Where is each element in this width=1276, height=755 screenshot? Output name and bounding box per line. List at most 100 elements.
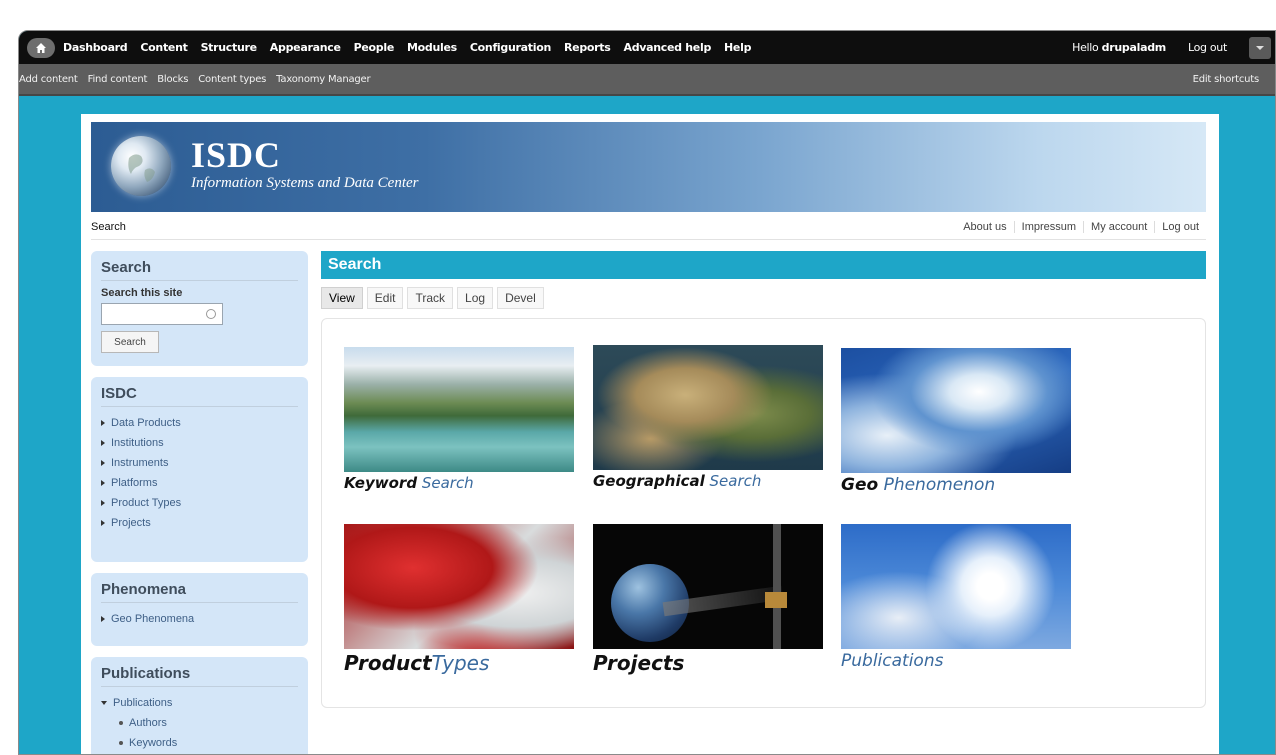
bullet-icon bbox=[119, 721, 123, 725]
menu-item-institutions[interactable]: Institutions bbox=[101, 433, 298, 453]
keyword-search-caption[interactable]: Keyword Search bbox=[344, 474, 574, 492]
product-types-image[interactable] bbox=[344, 524, 574, 649]
menu-item-label: Platforms bbox=[111, 477, 158, 489]
caption-part-b: Publications bbox=[841, 651, 944, 671]
page-title: Search bbox=[321, 251, 1206, 279]
satellite-panel-graphic bbox=[773, 524, 781, 649]
caption-part-a: Geo bbox=[841, 475, 879, 495]
menu-item-label: Instruments bbox=[111, 457, 169, 469]
tab-view[interactable]: View bbox=[321, 287, 363, 309]
shortcut-content-types[interactable]: Content types bbox=[198, 74, 266, 85]
menu-advanced-help[interactable]: Advanced help bbox=[623, 41, 711, 54]
search-input[interactable] bbox=[101, 303, 223, 325]
geo-phenomenon-caption[interactable]: Geo Phenomenon bbox=[841, 475, 1071, 495]
expanded-arrow-icon bbox=[101, 701, 107, 705]
projects-tile[interactable]: Projects bbox=[593, 524, 823, 675]
menu-structure[interactable]: Structure bbox=[201, 41, 258, 54]
shortcut-taxonomy-manager[interactable]: Taxonomy Manager bbox=[276, 74, 370, 85]
site-name[interactable]: ISDC bbox=[191, 134, 281, 176]
menu-reports[interactable]: Reports bbox=[564, 41, 611, 54]
toolbar-logout-link[interactable]: Log out bbox=[1188, 41, 1227, 54]
collapsed-arrow-icon bbox=[101, 460, 105, 466]
menu-item-product-types[interactable]: Product Types bbox=[101, 493, 298, 513]
projects-image[interactable] bbox=[593, 524, 823, 649]
caption-part-a: Geographical bbox=[593, 472, 705, 490]
username-link[interactable]: drupaladm bbox=[1102, 41, 1167, 54]
shortcuts-bar: Add content Find content Blocks Content … bbox=[19, 64, 1275, 96]
collapsed-arrow-icon bbox=[101, 480, 105, 486]
toolbar-drawer-toggle[interactable] bbox=[1249, 36, 1271, 59]
shortcut-add-content[interactable]: Add content bbox=[19, 74, 78, 85]
edit-shortcuts-link[interactable]: Edit shortcuts bbox=[1193, 74, 1260, 85]
satellite-body-graphic bbox=[765, 592, 787, 608]
menu-item-data-products[interactable]: Data Products bbox=[101, 413, 298, 433]
menu-item-label: Product Types bbox=[111, 497, 182, 509]
search-block: Search Search this site Search bbox=[91, 251, 308, 366]
tab-edit[interactable]: Edit bbox=[366, 287, 404, 309]
browser-frame: Dashboard Content Structure Appearance P… bbox=[18, 30, 1276, 755]
shortcut-blocks[interactable]: Blocks bbox=[157, 74, 188, 85]
product-types-caption[interactable]: ProductTypes bbox=[344, 651, 574, 675]
menu-help[interactable]: Help bbox=[724, 41, 751, 54]
menu-item-label: Data Products bbox=[111, 417, 181, 429]
publications-caption[interactable]: Publications bbox=[841, 651, 1071, 671]
geographical-search-caption[interactable]: Geographical Search bbox=[593, 472, 823, 490]
phenomena-block: Phenomena Geo Phenomena bbox=[91, 573, 308, 646]
keyword-search-tile[interactable]: Keyword Search bbox=[344, 347, 574, 492]
menu-item-projects[interactable]: Projects bbox=[101, 513, 298, 533]
keyword-search-image[interactable] bbox=[344, 347, 574, 472]
menu-dashboard[interactable]: Dashboard bbox=[63, 41, 128, 54]
menu-content[interactable]: Content bbox=[140, 41, 187, 54]
geographical-search-image[interactable] bbox=[593, 345, 823, 470]
geographical-search-tile[interactable]: Geographical Search bbox=[593, 345, 823, 490]
home-button[interactable] bbox=[27, 37, 55, 58]
menu-item-keywords[interactable]: Keywords bbox=[101, 733, 298, 753]
admin-menu: Dashboard Content Structure Appearance P… bbox=[63, 41, 764, 54]
bullet-icon bbox=[119, 741, 123, 745]
link-my-account[interactable]: My account bbox=[1083, 220, 1154, 233]
hello-user: Hello drupaladm bbox=[1072, 41, 1166, 54]
globe-icon bbox=[128, 154, 155, 182]
globe-logo[interactable] bbox=[111, 136, 171, 196]
collapsed-arrow-icon bbox=[101, 420, 105, 426]
search-button[interactable]: Search bbox=[101, 331, 159, 353]
menu-modules[interactable]: Modules bbox=[407, 41, 457, 54]
search-block-title: Search bbox=[101, 259, 298, 281]
menu-item-label: Keywords bbox=[129, 737, 178, 749]
collapsed-arrow-icon bbox=[101, 500, 105, 506]
publications-menu: Publications Authors Keywords bbox=[101, 693, 298, 753]
geo-phenomenon-image[interactable] bbox=[841, 348, 1071, 473]
site-header: ISDC Information Systems and Data Center bbox=[91, 122, 1206, 212]
shortcut-find-content[interactable]: Find content bbox=[88, 74, 148, 85]
local-tasks: View Edit Track Log Devel bbox=[321, 287, 548, 309]
menu-item-authors[interactable]: Authors bbox=[101, 713, 298, 733]
menu-configuration[interactable]: Configuration bbox=[470, 41, 551, 54]
breadcrumb: Search bbox=[91, 220, 126, 233]
geo-phenomenon-tile[interactable]: Geo Phenomenon bbox=[841, 348, 1071, 495]
collapsed-arrow-icon bbox=[101, 440, 105, 446]
search-label: Search this site bbox=[101, 287, 183, 299]
phenomena-menu: Geo Phenomena bbox=[101, 609, 298, 629]
search-ring-icon bbox=[206, 309, 216, 319]
tab-log[interactable]: Log bbox=[457, 287, 494, 309]
menu-people[interactable]: People bbox=[354, 41, 395, 54]
publications-tile[interactable]: Publications bbox=[841, 524, 1071, 671]
caption-part-a: Product bbox=[344, 651, 432, 675]
menu-item-publications[interactable]: Publications bbox=[101, 693, 298, 713]
menu-item-geo-phenomena[interactable]: Geo Phenomena bbox=[101, 609, 298, 629]
link-log-out[interactable]: Log out bbox=[1154, 220, 1206, 233]
menu-item-label: Projects bbox=[111, 517, 151, 529]
projects-caption[interactable]: Projects bbox=[593, 651, 823, 675]
tab-devel[interactable]: Devel bbox=[497, 287, 544, 309]
link-impressum[interactable]: Impressum bbox=[1013, 220, 1083, 233]
menu-item-label: Authors bbox=[129, 717, 167, 729]
phenomena-block-title: Phenomena bbox=[101, 581, 298, 603]
isdc-block: ISDC Data Products Institutions Instrume… bbox=[91, 377, 308, 562]
tab-track[interactable]: Track bbox=[407, 287, 454, 309]
link-about-us[interactable]: About us bbox=[956, 221, 1013, 233]
publications-image[interactable] bbox=[841, 524, 1071, 649]
product-types-tile[interactable]: ProductTypes bbox=[344, 524, 574, 675]
menu-appearance[interactable]: Appearance bbox=[270, 41, 341, 54]
menu-item-platforms[interactable]: Platforms bbox=[101, 473, 298, 493]
menu-item-instruments[interactable]: Instruments bbox=[101, 453, 298, 473]
